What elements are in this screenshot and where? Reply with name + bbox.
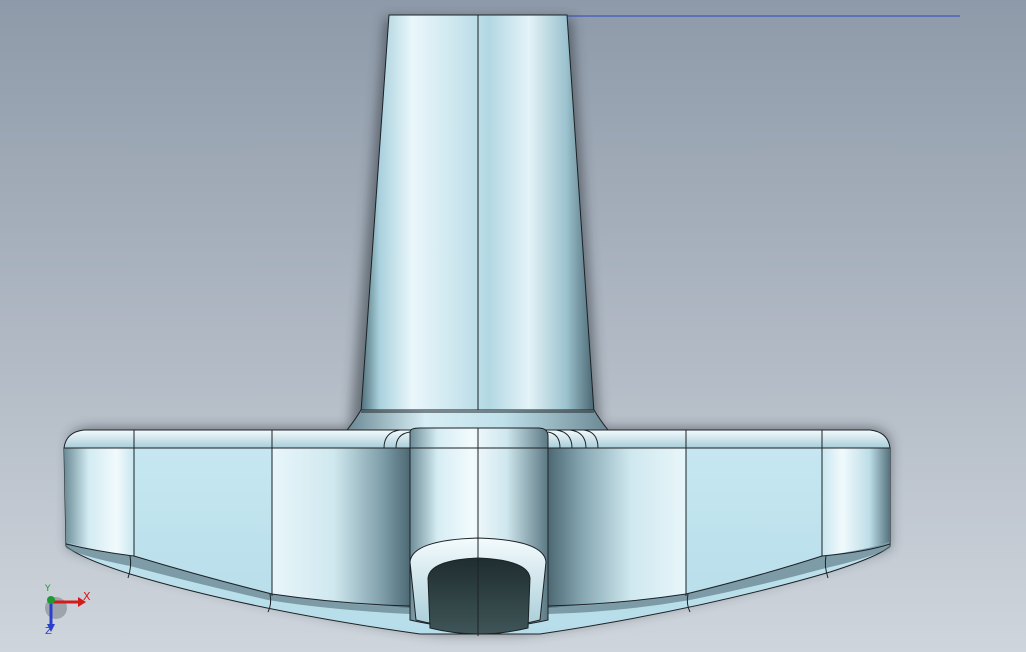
triad-z-label: Z <box>45 626 52 637</box>
hub-pocket <box>427 557 531 635</box>
triad-y-axis <box>47 596 55 604</box>
stem-collar <box>345 409 610 431</box>
triad-y-label: Y <box>45 584 51 594</box>
model-view[interactable] <box>0 0 1026 652</box>
view-orientation-triad: X Y Z <box>38 584 98 642</box>
triad-x-label: X <box>83 590 91 603</box>
graphics-viewport[interactable]: X Y Z <box>0 0 1026 652</box>
knob-stem <box>360 14 595 413</box>
